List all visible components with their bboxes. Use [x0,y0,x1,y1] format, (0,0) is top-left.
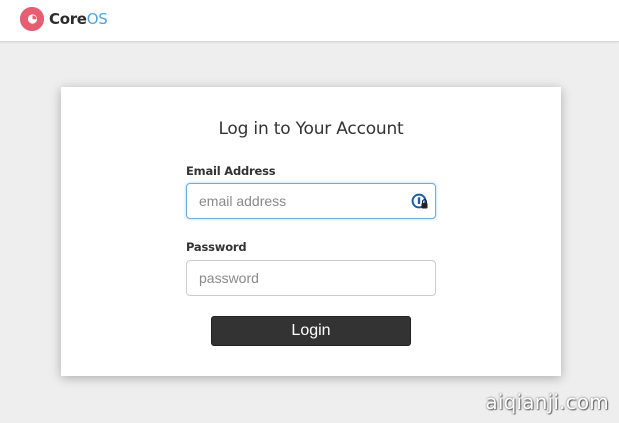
password-field[interactable] [187,261,435,295]
login-card: Log in to Your Account Email Address Pas… [61,87,561,376]
logo-wordmark: CoreOS [49,7,108,31]
coreos-logo-icon [20,7,44,31]
page-title: Log in to Your Account [218,119,404,139]
password-label: Password [186,240,247,254]
email-field-wrapper [186,183,436,219]
coreos-logo[interactable]: CoreOS [20,7,108,31]
email-field[interactable] [187,184,435,218]
email-label: Email Address [186,164,276,178]
password-manager-icon[interactable] [411,193,429,211]
password-field-wrapper [186,260,436,296]
logo-os-text: OS [86,10,108,28]
watermark-text: aiqianji.com [485,390,609,414]
login-button[interactable]: Login [211,316,411,346]
logo-core-text: Core [49,10,87,28]
top-header: CoreOS [0,0,619,42]
